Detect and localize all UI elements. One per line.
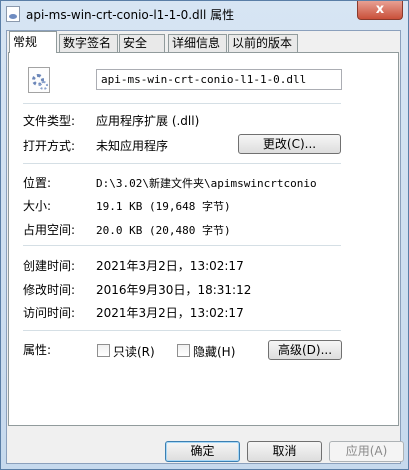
size-on-disk-value: 20.0 KB (20,480 字节): [96, 224, 231, 237]
opens-with-value: 未知应用程序: [96, 139, 169, 153]
separator: [23, 103, 341, 104]
apply-button[interactable]: 应用(A): [329, 441, 404, 462]
cancel-button[interactable]: 取消: [247, 441, 322, 462]
location-label: 位置:: [23, 176, 52, 190]
opens-with-label: 打开方式:: [23, 139, 76, 153]
created-value: 2021年3月2日，13:02:17: [96, 259, 244, 273]
location-value: D:\3.02\新建文件夹\apimswincrtconio: [96, 177, 317, 190]
size-on-disk-label: 占用空间:: [23, 223, 76, 237]
accessed-label: 访问时间:: [23, 306, 76, 320]
readonly-checkbox[interactable]: [97, 344, 110, 357]
file-name-input[interactable]: api-ms-win-crt-conio-l1-1-0.dll: [96, 69, 342, 90]
dll-file-icon: [6, 6, 20, 22]
file-type-value: 应用程序扩展 (.dll): [96, 114, 200, 128]
tab-security[interactable]: 安全: [119, 34, 165, 52]
separator: [23, 330, 341, 331]
tab-details[interactable]: 详细信息: [168, 34, 227, 52]
modified-label: 修改时间:: [23, 283, 76, 297]
window-title: api-ms-win-crt-conio-l1-1-0.dll 属性: [26, 8, 235, 22]
tab-digital-signatures[interactable]: 数字签名: [59, 34, 118, 52]
advanced-button[interactable]: 高级(D)...: [268, 340, 342, 360]
change-button[interactable]: 更改(C)...: [238, 134, 341, 154]
ok-button[interactable]: 确定: [165, 441, 240, 462]
hidden-checkbox[interactable]: [177, 344, 190, 357]
general-tab-panel: [8, 52, 399, 426]
dll-gear-icon: [28, 67, 50, 93]
close-button[interactable]: x: [357, 1, 403, 20]
tab-previous-versions[interactable]: 以前的版本: [228, 34, 298, 52]
created-label: 创建时间:: [23, 259, 76, 273]
size-label: 大小:: [23, 199, 52, 213]
tab-general[interactable]: 常规: [9, 31, 57, 53]
attributes-label: 属性:: [23, 343, 52, 357]
accessed-value: 2021年3月2日，13:02:17: [96, 306, 244, 320]
separator: [23, 163, 341, 164]
readonly-label[interactable]: 只读(R): [113, 343, 155, 360]
size-value: 19.1 KB (19,648 字节): [96, 200, 231, 213]
modified-value: 2016年9月30日，18:31:12: [96, 283, 252, 297]
title-bar[interactable]: api-ms-win-crt-conio-l1-1-0.dll 属性 x: [1, 1, 408, 27]
separator: [23, 245, 341, 246]
file-type-label: 文件类型:: [23, 114, 76, 128]
hidden-label[interactable]: 隐藏(H): [193, 343, 235, 360]
